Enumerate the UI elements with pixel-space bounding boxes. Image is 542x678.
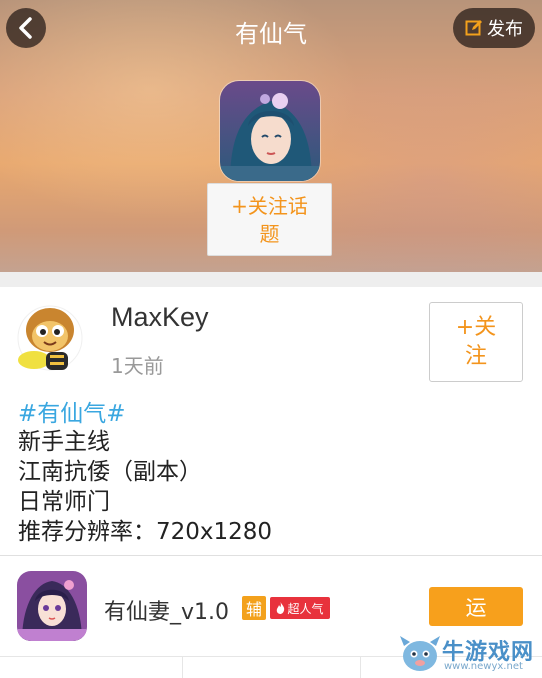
- topic-header: 有仙气 发布 +关注话题: [0, 0, 542, 272]
- publish-button[interactable]: 发布: [453, 8, 535, 48]
- post-line: 日常师门: [18, 489, 110, 515]
- topic-tag[interactable]: #有仙气#: [18, 394, 126, 428]
- edit-icon: [465, 20, 482, 36]
- follow-topic-button[interactable]: +关注话题: [207, 183, 332, 256]
- watermark-url: www.newyx.net: [444, 661, 523, 672]
- post-content: 新手主线 江南抗倭（副本） 日常师门 推荐分辨率：720x1280: [18, 427, 272, 547]
- post-time: 1天前: [111, 354, 164, 378]
- game-icon: [219, 80, 321, 182]
- post-line: 推荐分辨率：720x1280: [18, 519, 273, 545]
- username[interactable]: MaxKey: [111, 302, 209, 333]
- action-bar-separator: [182, 657, 183, 678]
- aux-badge: 辅: [242, 596, 266, 620]
- flame-icon: [277, 602, 285, 614]
- hot-badge: 超人气: [270, 597, 330, 619]
- watermark: 牛游戏网 www.newyx.net: [398, 630, 542, 678]
- post-line: 新手主线: [18, 429, 110, 455]
- divider: [0, 555, 542, 556]
- app-name[interactable]: 有仙妻_v1.0: [104, 594, 229, 626]
- post-line: 江南抗倭（副本）: [18, 459, 202, 485]
- hot-badge-label: 超人气: [287, 601, 324, 616]
- follow-user-button[interactable]: +关注: [429, 302, 523, 382]
- action-bar-separator: [360, 657, 361, 678]
- run-button[interactable]: 运: [429, 587, 523, 626]
- post-card: MaxKey 1天前 +关注 #有仙气# 新手主线 江南抗倭（副本） 日常师门 …: [0, 287, 542, 678]
- app-icon[interactable]: [17, 571, 87, 641]
- watermark-mascot-icon: [400, 636, 440, 671]
- avatar[interactable]: [16, 300, 84, 376]
- publish-label: 发布: [487, 19, 523, 40]
